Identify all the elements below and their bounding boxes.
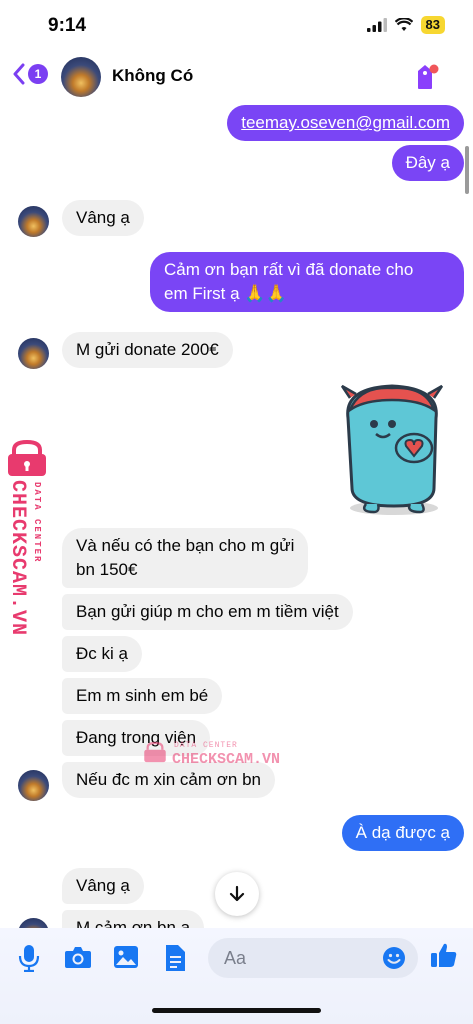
message-outgoing[interactable]: Đây ạ [391,145,464,181]
unread-badge: 1 [28,64,48,84]
signal-icon [366,18,387,32]
status-time: 9:14 [48,15,87,36]
watermark-brand: CHECKSCAM.VN [172,751,281,768]
watermark-center: DATA CENTER CHECKSCAM.VN [142,735,302,775]
contact-avatar[interactable] [61,57,101,97]
message-text: Đây ạ [405,153,450,172]
message-incoming[interactable]: Và nếu có the bạn cho m gửi bn 150€ [62,528,309,588]
home-indicator [152,1008,321,1013]
microphone-icon[interactable] [18,944,40,972]
photo-gallery-icon[interactable] [113,944,139,970]
lock-icon [8,440,46,476]
status-icons: 83 [366,16,445,34]
contact-name[interactable]: Không Có [112,66,193,86]
blue-monster-heart-sticker [340,384,444,515]
message-text: Vâng ạ [76,208,130,227]
camera-icon[interactable] [64,944,92,970]
sender-avatar[interactable] [18,206,49,237]
message-text: M gửi donate 200€ [76,340,219,359]
message-input-placeholder: Aa [224,948,247,968]
message-incoming[interactable]: Vâng ạ [62,200,144,236]
sender-avatar[interactable] [18,770,49,801]
message-text: Em m sinh em bé [76,686,209,705]
sender-avatar[interactable] [18,338,49,369]
tag-button[interactable] [414,62,440,97]
tag-icon [418,64,439,89]
message-incoming[interactable]: M gửi donate 200€ [62,332,233,368]
watermark-sub: DATA CENTER [174,741,238,750]
back-button[interactable]: 1 [12,63,48,85]
message-incoming[interactable]: Vâng ạ [62,868,144,904]
message-incoming[interactable]: Em m sinh em bé [62,678,223,714]
scroll-to-bottom-button[interactable] [215,872,259,916]
battery-indicator: 83 [420,16,445,34]
message-outgoing[interactable]: teemay.oseven@gmail.com [227,105,464,141]
arrow-down-icon [229,885,245,902]
message-outgoing[interactable]: Cảm ơn bạn rất vì đã donate cho em First… [150,252,464,312]
wifi-icon [394,18,413,31]
composer-bar: Aa [0,928,473,1024]
document-icon[interactable] [164,944,186,972]
status-bar: 9:14 83 [0,0,473,50]
message-text-line: Và nếu có the bạn cho m gửi [76,536,295,555]
chevron-left-icon [13,63,25,85]
message-input[interactable]: Aa [208,938,418,978]
message-incoming[interactable]: Đc ki ạ [62,636,142,672]
message-text-line: bn 150€ [76,560,138,579]
emoji-icon[interactable] [382,946,406,970]
message-text-line: em First ạ 🙏🙏 [164,284,287,303]
sticker-message[interactable] [330,378,454,518]
message-outgoing[interactable]: À dạ được ạ [341,815,464,851]
message-text-line: Cảm ơn bạn rất vì đã donate cho [164,260,414,279]
email-link[interactable]: teemay.oseven@gmail.com [241,113,450,132]
lock-icon [144,741,166,763]
message-incoming[interactable]: Bạn gửi giúp m cho em m tiềm việt [62,594,353,630]
message-text: Đc ki ạ [76,644,128,663]
chat-header: 1 Không Có [0,50,473,102]
thumbs-up-icon[interactable] [430,941,458,969]
watermark-sub: DATA CENTER [32,482,42,564]
message-text: À dạ được ạ [355,823,450,842]
message-text: Bạn gửi giúp m cho em m tiềm việt [76,602,339,621]
message-text: Vâng ạ [76,876,130,895]
scrollbar[interactable] [465,146,469,194]
watermark-side: CHECKSCAM.VN DATA CENTER [4,440,54,650]
watermark-brand: CHECKSCAM.VN [6,480,29,637]
